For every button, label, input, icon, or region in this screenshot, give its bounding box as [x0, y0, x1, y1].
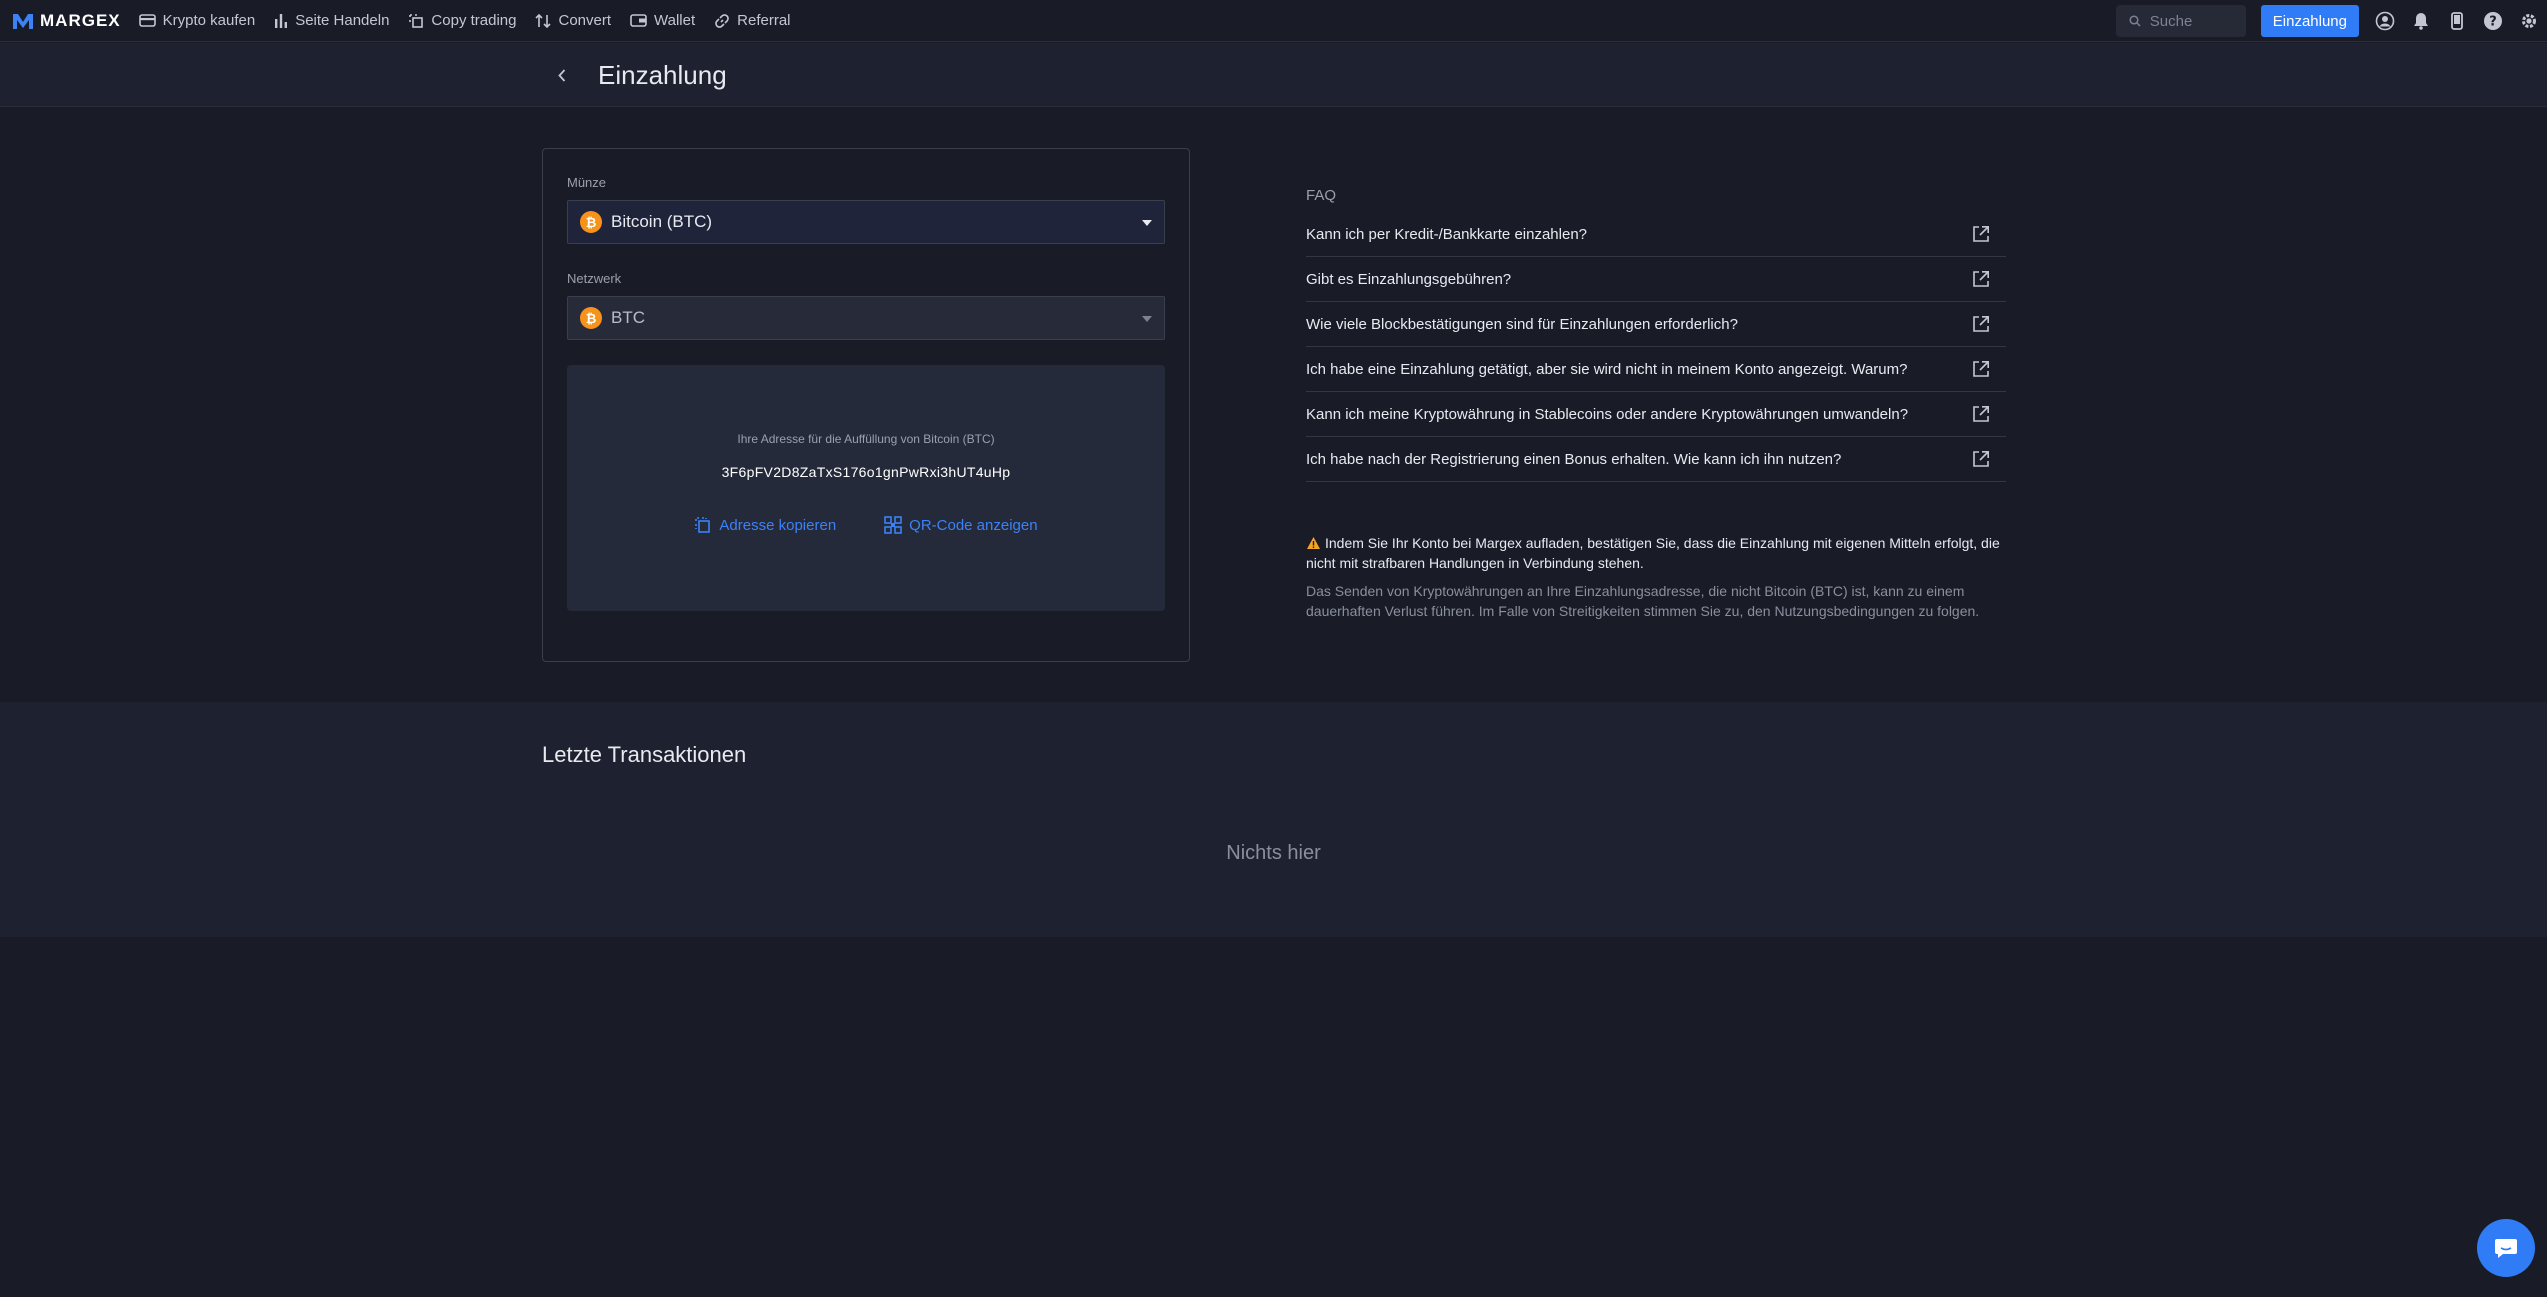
- faq-section: FAQ Kann ich per Kredit-/Bankkarte einza…: [1306, 187, 2006, 482]
- copy-icon: [695, 517, 711, 533]
- nav-item-seite-handeln[interactable]: Seite Handeln: [274, 12, 389, 29]
- coin-select-value: Bitcoin (BTC): [611, 212, 713, 231]
- help-button[interactable]: ?: [2475, 0, 2511, 42]
- bar-chart-icon: [275, 14, 288, 28]
- faq-item[interactable]: Gibt es Einzahlungsgebühren?: [1306, 257, 2006, 302]
- nav-item-krypto-kaufen[interactable]: Krypto kaufen: [138, 12, 256, 29]
- network-label: Netzwerk: [567, 271, 622, 286]
- nav-item-copy-trading[interactable]: Copy trading: [408, 12, 516, 29]
- card-icon: [138, 14, 156, 27]
- nav-item-convert[interactable]: Convert: [535, 12, 611, 29]
- faq-question: Ich habe eine Einzahlung getätigt, aber …: [1306, 360, 1908, 378]
- mobile-app-button[interactable]: [2439, 0, 2475, 42]
- copy-address-button[interactable]: Adresse kopieren: [694, 516, 836, 534]
- support-chat-button[interactable]: [2477, 1219, 2535, 1277]
- faq-item[interactable]: Ich habe eine Einzahlung getätigt, aber …: [1306, 347, 2006, 392]
- external-link-icon: [1973, 361, 1989, 377]
- faq-question: Kann ich per Kredit-/Bankkarte einzahlen…: [1306, 225, 1588, 243]
- chevron-down-icon: [1142, 220, 1152, 226]
- nav-item-label: Krypto kaufen: [162, 12, 256, 29]
- faq-question: Kann ich meine Kryptowährung in Stableco…: [1306, 405, 1909, 423]
- account-icon: [2375, 11, 2395, 31]
- deposit-button[interactable]: Einzahlung: [2260, 5, 2359, 37]
- copy-address-label: Adresse kopieren: [719, 516, 837, 534]
- nav-item-label: Copy trading: [431, 12, 517, 29]
- bitcoin-icon: ₿: [580, 307, 602, 329]
- chevron-down-icon: [1142, 316, 1152, 322]
- account-button[interactable]: [2367, 0, 2403, 42]
- search-icon: [2129, 15, 2141, 27]
- chevron-left-icon: [558, 68, 566, 82]
- network-select-value: BTC: [611, 308, 645, 327]
- warning-icon: [1307, 537, 1320, 549]
- faq-question: Wie viele Blockbestätigungen sind für Ei…: [1306, 315, 1738, 333]
- bitcoin-icon: ₿: [580, 211, 602, 233]
- convert-icon: [535, 13, 552, 28]
- show-qr-code-button[interactable]: QR-Code anzeigen: [884, 516, 1038, 534]
- warning-text: Indem Sie Ihr Konto bei Margex aufladen,…: [1306, 535, 2000, 571]
- nav-item-label: Convert: [558, 12, 612, 29]
- external-link-icon: [1973, 316, 1989, 332]
- nav-item-label: Wallet: [654, 12, 696, 29]
- nav-item-label: Seite Handeln: [295, 12, 390, 29]
- main-menu: Krypto kaufen Seite Handeln Copy trading…: [138, 12, 810, 29]
- top-navigation: MARGEX Krypto kaufen Seite Handeln Copy …: [0, 0, 2547, 42]
- address-actions: Adresse kopieren QR-Code anzeigen: [567, 516, 1165, 534]
- back-button[interactable]: [552, 63, 572, 87]
- deposit-address-value[interactable]: 3F6pFV2D8ZaTxS176o1gnPwRxi3hUT4uHp: [567, 464, 1165, 480]
- faq-title: FAQ: [1306, 187, 1337, 204]
- faq-item[interactable]: Ich habe nach der Registrierung einen Bo…: [1306, 437, 2006, 482]
- faq-item[interactable]: Wie viele Blockbestätigungen sind für Ei…: [1306, 302, 2006, 347]
- external-link-icon: [1973, 271, 1989, 287]
- show-qr-code-label: QR-Code anzeigen: [909, 516, 1038, 534]
- faq-question: Ich habe nach der Registrierung einen Bo…: [1306, 450, 1842, 468]
- recent-transactions-title: Letzte Transaktionen: [542, 742, 747, 767]
- search-placeholder: Suche: [2149, 12, 2193, 30]
- network-select[interactable]: ₿ BTC: [567, 296, 1165, 340]
- nav-item-wallet[interactable]: Wallet: [630, 12, 695, 29]
- qr-code-icon: [884, 516, 902, 534]
- deposit-disclaimer: Das Senden von Kryptowährungen an Ihre E…: [1306, 583, 1980, 619]
- help-icon: ?: [2484, 12, 2502, 30]
- mobile-icon: [2451, 12, 2463, 30]
- notifications-button[interactable]: [2403, 0, 2439, 42]
- nav-right-group: Suche Einzahlung ?: [2115, 0, 2547, 42]
- external-link-icon: [1973, 451, 1989, 467]
- page-header: Einzahlung: [0, 43, 2547, 107]
- brand-name: MARGEX: [40, 10, 121, 30]
- margex-logo-icon: [13, 13, 33, 29]
- faq-item[interactable]: Kann ich meine Kryptowährung in Stableco…: [1306, 392, 2006, 437]
- search-input[interactable]: Suche: [2115, 5, 2246, 37]
- copy-trading-icon: [409, 13, 424, 28]
- empty-state: Nichts hier: [1226, 842, 1321, 864]
- coin-label: Münze: [567, 175, 607, 190]
- wallet-icon: [630, 14, 647, 27]
- external-link-icon: [1973, 226, 1989, 242]
- deposit-card: Münze ₿ Bitcoin (BTC) Netzwerk ₿ BTC Ihr…: [542, 148, 1190, 662]
- external-link-icon: [1973, 406, 1989, 422]
- coin-select[interactable]: ₿ Bitcoin (BTC): [567, 200, 1165, 244]
- faq-question: Gibt es Einzahlungsgebühren?: [1306, 270, 1512, 288]
- nav-item-referral[interactable]: Referral: [714, 12, 791, 29]
- settings-icon: [2522, 14, 2536, 28]
- page-title: Einzahlung: [598, 60, 727, 90]
- recent-transactions: Letzte Transaktionen Nichts hier: [0, 702, 2547, 937]
- nav-item-label: Referral: [737, 12, 791, 29]
- faq-item[interactable]: Kann ich per Kredit-/Bankkarte einzahlen…: [1306, 212, 2006, 257]
- link-icon: [715, 13, 729, 28]
- brand-logo[interactable]: MARGEX: [12, 11, 121, 31]
- deposit-address-label: Ihre Adresse für die Auffüllung von Bitc…: [737, 432, 995, 446]
- svg-text:?: ?: [2489, 15, 2497, 30]
- settings-button[interactable]: [2511, 0, 2547, 42]
- chat-icon: [2495, 1239, 2517, 1258]
- bell-icon: [2414, 13, 2428, 30]
- deposit-warning: Indem Sie Ihr Konto bei Margex aufladen,…: [1306, 533, 2006, 573]
- deposit-address-panel: Ihre Adresse für die Auffüllung von Bitc…: [567, 365, 1165, 611]
